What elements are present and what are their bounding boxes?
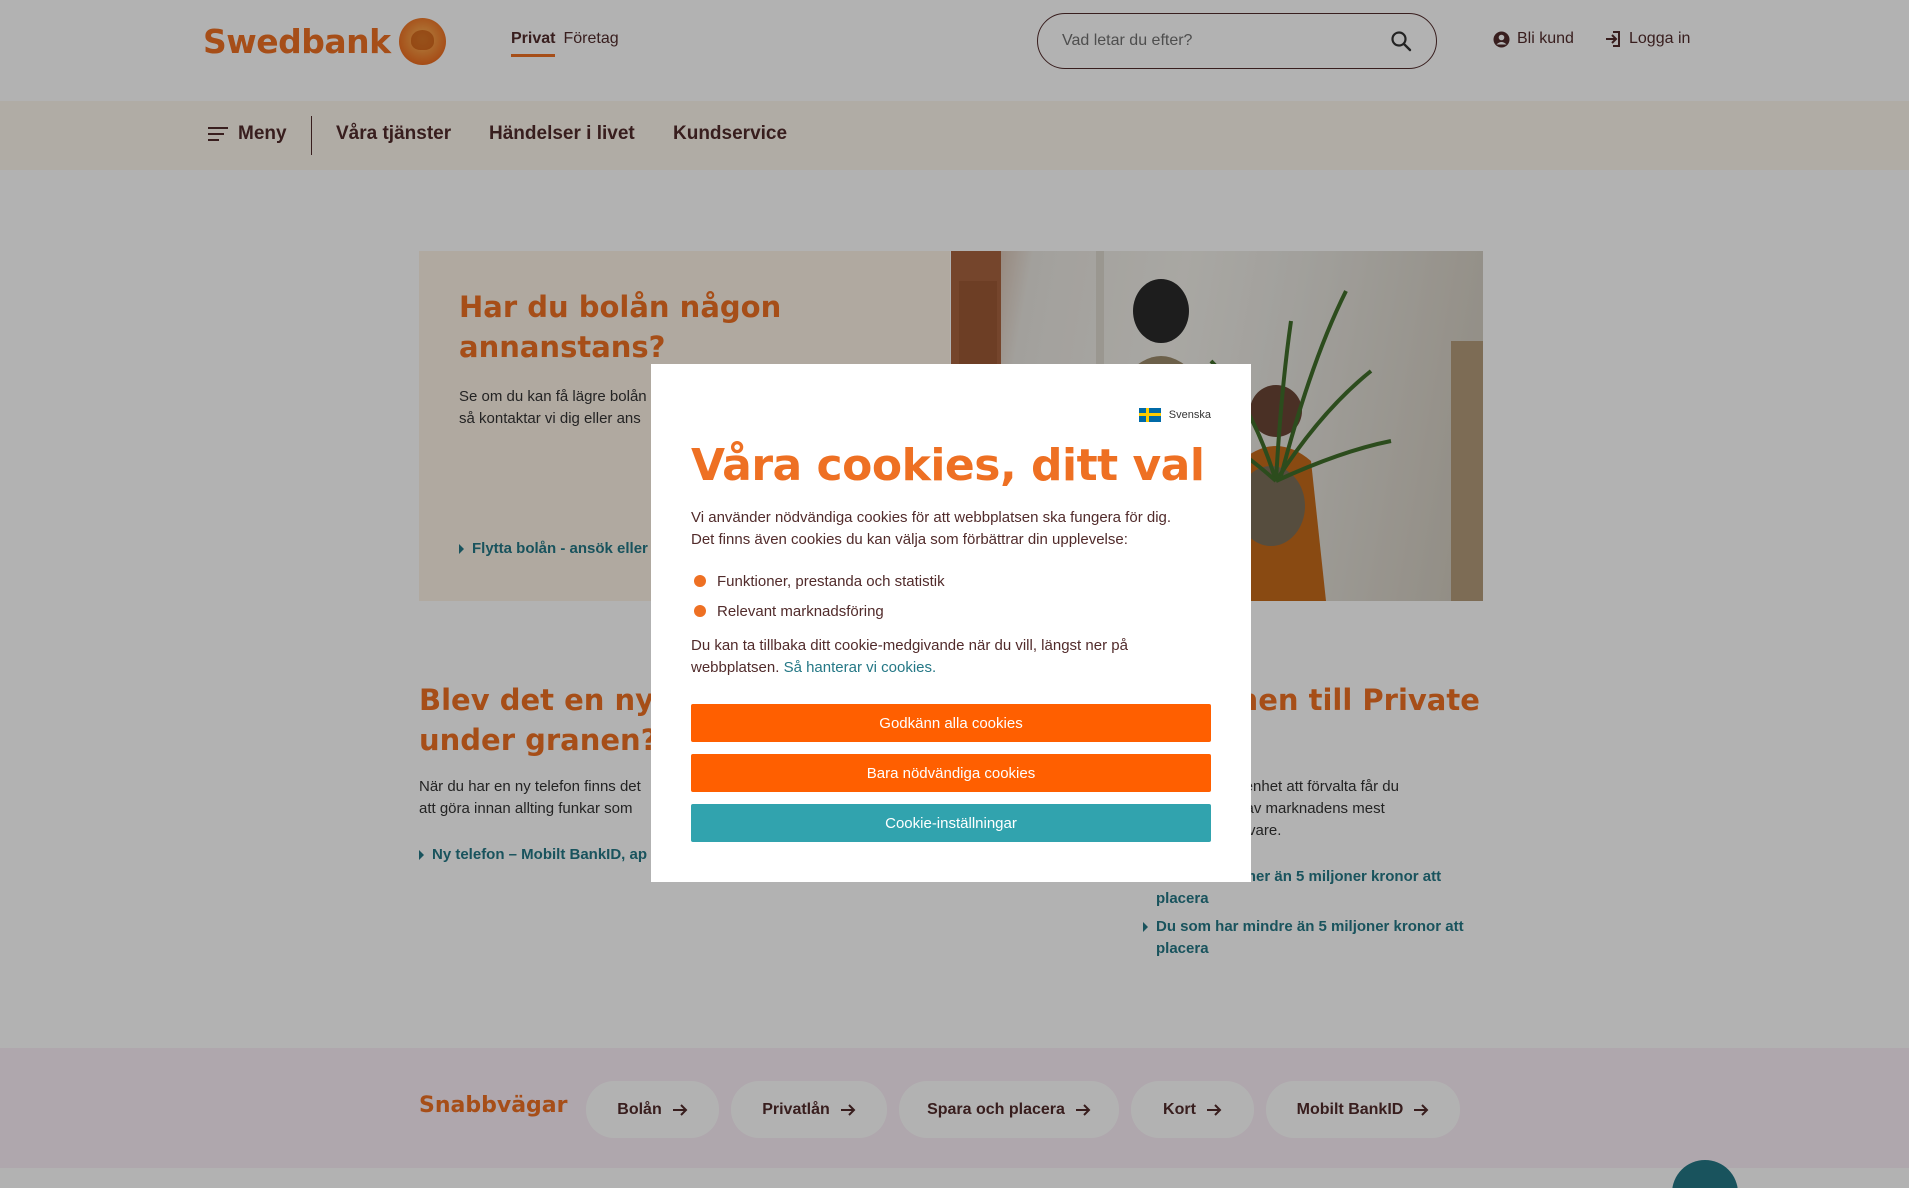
option-label: Funktioner, prestanda och statistik: [717, 572, 945, 590]
cookie-withdraw-text: Du kan ta tillbaka ditt cookie-medgivand…: [691, 635, 1215, 679]
cookie-settings-button[interactable]: Cookie-inställningar: [691, 804, 1211, 842]
swedish-flag-icon: [1138, 408, 1161, 422]
text-fragment: webbplatsen.: [691, 659, 780, 676]
list-item: Funktioner, prestanda och statistik: [691, 566, 945, 596]
cookie-dialog-title: Våra cookies, ditt val: [691, 440, 1205, 491]
bullet-dot-icon: [694, 605, 706, 617]
text-line: Det finns även cookies du kan välja som …: [691, 531, 1128, 548]
cookie-intro-text: Vi använder nödvändiga cookies för att w…: [691, 507, 1215, 551]
necessary-cookies-only-button[interactable]: Bara nödvändiga cookies: [691, 754, 1211, 792]
bullet-dot-icon: [694, 575, 706, 587]
accept-all-cookies-button[interactable]: Godkänn alla cookies: [691, 704, 1211, 742]
cookie-consent-dialog: Svenska Våra cookies, ditt val Vi använd…: [651, 364, 1251, 882]
option-label: Relevant marknadsföring: [717, 602, 884, 620]
cookie-options-list: Funktioner, prestanda och statistik Rele…: [691, 566, 945, 626]
list-item: Relevant marknadsföring: [691, 596, 945, 626]
cookie-policy-link[interactable]: Så hanterar vi cookies.: [784, 659, 937, 676]
language-selector[interactable]: Svenska: [1138, 408, 1211, 422]
text-line: webbplatsen. Så hanterar vi cookies.: [691, 657, 1215, 679]
language-label: Svenska: [1168, 409, 1211, 421]
text-line: Vi använder nödvändiga cookies för att w…: [691, 509, 1172, 526]
text-line: Du kan ta tillbaka ditt cookie-medgivand…: [691, 637, 1128, 654]
